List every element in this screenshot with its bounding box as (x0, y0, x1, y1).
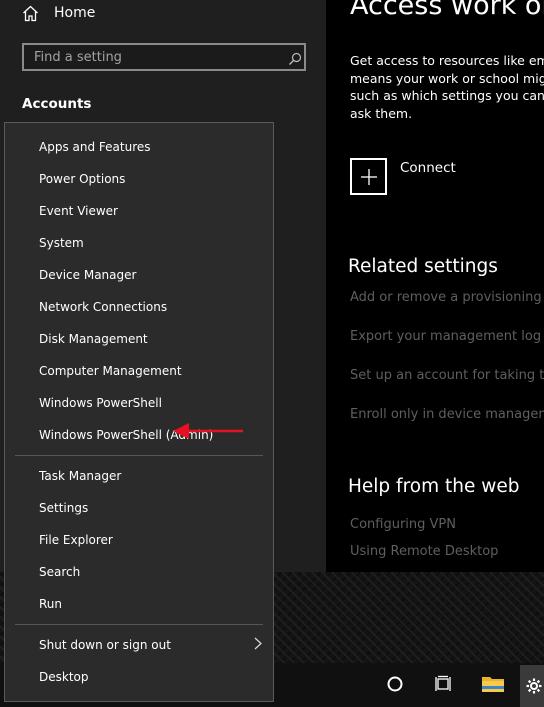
menu-item-shut-down-or-sign-out[interactable]: Shut down or sign out (39, 638, 171, 652)
search-input[interactable] (22, 43, 306, 71)
connect-button[interactable] (350, 158, 387, 195)
menu-item-power-options[interactable]: Power Options (39, 172, 125, 186)
menu-item-task-manager[interactable]: Task Manager (39, 469, 121, 483)
page-title: Access work or s (350, 0, 544, 21)
page-description: Get access to resources like ema means y… (350, 52, 544, 122)
related-settings-heading: Related settings (348, 256, 498, 277)
menu-separator (15, 455, 263, 456)
menu-item-settings[interactable]: Settings (39, 501, 88, 515)
description-line: Get access to resources like ema (350, 53, 544, 68)
menu-item-network-connections[interactable]: Network Connections (39, 300, 167, 314)
red-arrow-annotation (173, 423, 243, 439)
menu-item-device-manager[interactable]: Device Manager (39, 268, 136, 282)
help-link[interactable]: Configuring VPN (350, 517, 456, 532)
power-user-menu: Apps and Features Power Options Event Vi… (4, 122, 274, 702)
menu-item-file-explorer[interactable]: File Explorer (39, 533, 113, 547)
description-line: ask them. (350, 105, 413, 121)
menu-item-windows-powershell[interactable]: Windows PowerShell (39, 396, 162, 410)
plus-icon (361, 169, 377, 185)
description-line: means your work or school mig (350, 70, 544, 86)
home-icon (22, 5, 39, 22)
menu-separator (15, 624, 263, 625)
menu-item-apps-and-features[interactable]: Apps and Features (39, 140, 151, 154)
main-content: Access work or s Get access to resources… (326, 0, 544, 572)
menu-item-run[interactable]: Run (39, 597, 62, 611)
menu-item-search[interactable]: Search (39, 565, 80, 579)
search-icon[interactable] (288, 51, 302, 70)
description-line: such as which settings you can c (350, 88, 544, 103)
related-link[interactable]: Export your management log fi (350, 329, 544, 344)
home-nav-item[interactable]: Home (22, 3, 95, 23)
related-link[interactable]: Enroll only in device manageme (350, 407, 544, 422)
menu-item-event-viewer[interactable]: Event Viewer (39, 204, 118, 218)
home-label: Home (54, 5, 96, 21)
help-heading: Help from the web (348, 476, 520, 497)
related-link[interactable]: Set up an account for taking tes (350, 368, 544, 383)
menu-item-desktop[interactable]: Desktop (39, 670, 89, 684)
menu-item-computer-management[interactable]: Computer Management (39, 364, 182, 378)
file-explorer-icon[interactable] (476, 668, 510, 700)
settings-taskbar-button[interactable] (520, 665, 544, 707)
chevron-right-icon (254, 635, 262, 654)
gear-icon (526, 678, 542, 694)
task-view-icon[interactable] (426, 668, 460, 700)
cortana-icon[interactable] (378, 668, 412, 700)
menu-item-disk-management[interactable]: Disk Management (39, 332, 148, 346)
connect-label[interactable]: Connect (400, 160, 456, 176)
related-link[interactable]: Add or remove a provisioning p (350, 290, 544, 305)
menu-item-system[interactable]: System (39, 236, 84, 250)
help-link[interactable]: Using Remote Desktop (350, 544, 498, 559)
accounts-section-label: Accounts (22, 96, 92, 112)
